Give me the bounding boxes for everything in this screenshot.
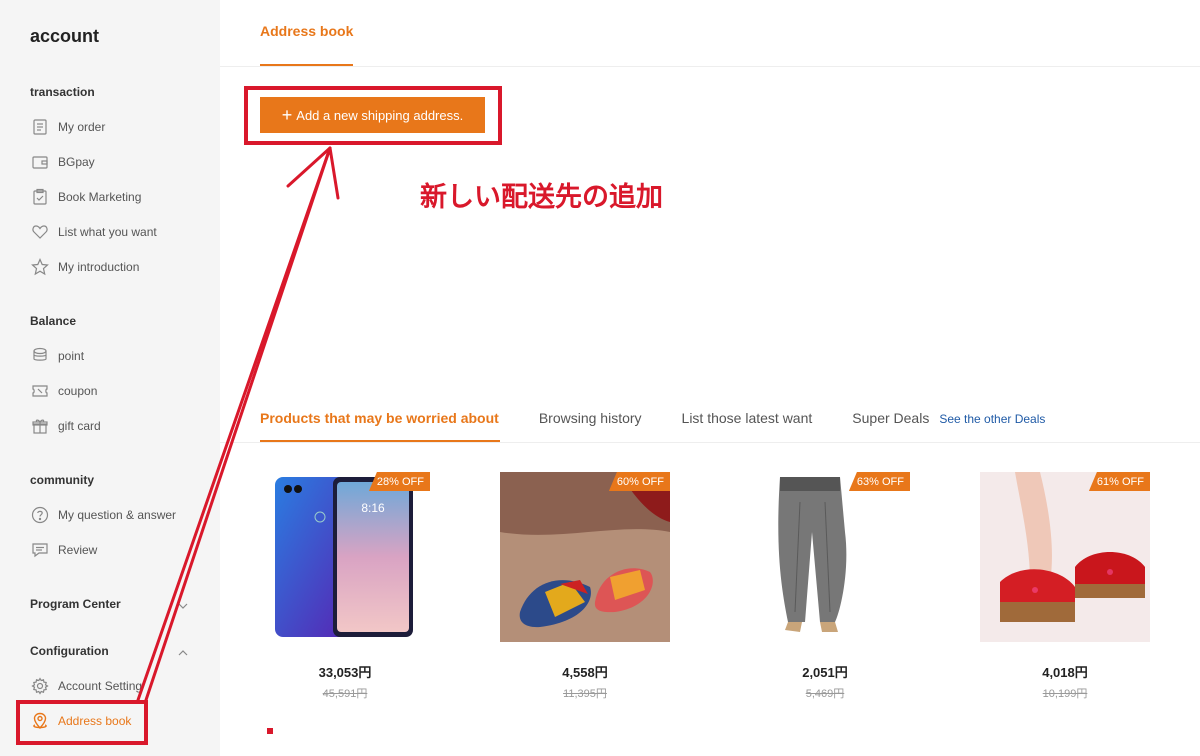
annotation-arrow [136, 146, 340, 702]
annotation-text: 新しい配送先の追加 [420, 182, 663, 213]
pagination-dot[interactable] [267, 728, 273, 734]
